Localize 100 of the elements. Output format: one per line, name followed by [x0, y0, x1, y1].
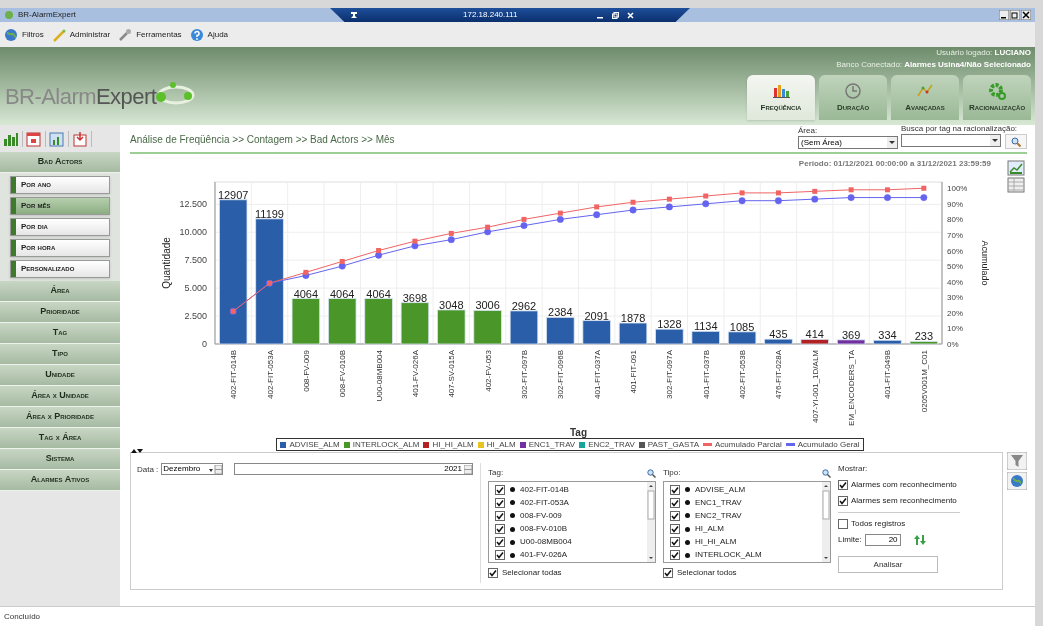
value-label: 11199: [255, 207, 284, 220]
value-label: 4064: [293, 287, 319, 300]
value-label: 3048: [439, 298, 464, 311]
legend-label: PAST_GASTA: [647, 438, 699, 451]
list-item-label: HI_HI_ALM: [695, 536, 737, 549]
connected-database: Banco Conectado: Alarmes Usina4/Não Selecionado: [836, 59, 1031, 71]
tick-label: 0%: [947, 340, 959, 349]
checkbox-label: Selecionar todas: [502, 567, 562, 579]
list-item-label: ENC1_TRAV: [695, 496, 742, 509]
value-label: 1085: [729, 320, 755, 333]
legend-label: HI_HI_ALM: [432, 438, 474, 451]
status-text: Concluído: [4, 610, 41, 623]
category-label: 476-FIT-028A: [774, 350, 784, 399]
logo-text: BR-AlarmExpert: [5, 83, 157, 111]
category-label: 0205V001M_C01: [919, 350, 929, 413]
legend-label: ENC2_TRAV: [588, 438, 635, 451]
value-label: 2091: [584, 309, 609, 322]
value-label: 12907: [217, 188, 249, 201]
tick-label: 10%: [947, 324, 963, 334]
value-label: 2962: [511, 299, 537, 312]
axis-title: Acumulado: [980, 240, 990, 286]
checkbox-label: Selecionar todos: [677, 567, 737, 579]
value-label: 233: [914, 330, 933, 343]
value-label: 1328: [657, 318, 682, 331]
value-label: 1878: [620, 312, 646, 324]
category-label: 402-FV-053: [483, 350, 493, 392]
checkbox-label: Todos registros: [851, 518, 906, 530]
list-item-label: 402-FIT-014B: [520, 483, 569, 496]
category-label: 302-FIT-096B: [556, 350, 566, 399]
category-label: EM_ENCODERS_TA: [847, 350, 857, 426]
checkbox-label: Alarmes sem reconhecimento: [851, 495, 957, 507]
tick-label: 70%: [947, 230, 963, 240]
value-label: 334: [878, 329, 897, 342]
field-label: Tag:: [488, 467, 504, 479]
window-title: BR-AlarmExpert: [18, 9, 76, 21]
category-label: 401-FIT-037B: [701, 350, 711, 399]
category-label: 302-FIT-097B: [519, 350, 529, 399]
tick-label: 10.000: [179, 227, 207, 238]
tick-label: 5.000: [184, 283, 207, 294]
list-item-label: INTERLOCK_ALM: [695, 549, 762, 562]
category-label: 401-FIT-049B: [883, 350, 893, 399]
tick-label: 12.500: [179, 199, 207, 210]
value-label: 2384: [548, 306, 573, 319]
legend-label: HI_ALM: [486, 438, 516, 451]
list-item-label: 402-FIT-053A: [520, 496, 569, 509]
category-label: 402-FIT-014B: [229, 350, 239, 399]
list-item-label: 008-FV-009: [520, 509, 562, 522]
field-label: Limite:: [838, 534, 862, 546]
checkbox-label: Alarmes com reconhecimento: [851, 479, 957, 491]
category-label: 407-YI-001_1D/ALM: [810, 350, 820, 423]
legend-label: ADVISE_ALM: [289, 438, 340, 451]
category-label: 401-FIT-091: [629, 350, 639, 394]
axis-title: Tag: [570, 427, 587, 438]
list-item-label: 401-FV-026A: [520, 549, 568, 562]
category-label: 407-SV-015A: [447, 350, 457, 398]
logged-user: Usuário logado: LUCIANO: [936, 47, 1031, 59]
tick-label: 2.500: [184, 311, 207, 322]
tick-label: 40%: [947, 277, 963, 287]
tick-label: 7.500: [184, 255, 207, 266]
tick-label: 90%: [947, 199, 963, 209]
category-label: U00-08MB004: [374, 350, 384, 402]
category-label: 402-FIT-053A: [265, 350, 275, 399]
list-item-label: HI_ALM: [695, 523, 724, 536]
value-label: 414: [805, 328, 824, 341]
period-label: Período: 01/12/2021 00:00:00 a 31/12/2021 23:59:59: [798, 158, 991, 170]
category-label: 008-FV-009: [301, 350, 311, 392]
value-label: 1134: [693, 320, 718, 333]
category-label: 402-FIT-053B: [738, 350, 748, 399]
category-label: 302-FIT-097A: [665, 350, 675, 399]
category-label: 401-FV-026A: [410, 350, 420, 398]
tick-label: 60%: [947, 246, 963, 256]
tick-label: 50%: [947, 262, 963, 272]
value-label: 3006: [475, 299, 500, 312]
category-label: 008-FV-010B: [338, 350, 348, 398]
field-label: Data :: [137, 464, 159, 476]
tick-label: 100%: [947, 184, 968, 194]
legend-label: Acumulado Geral: [797, 438, 860, 451]
value-label: 4064: [330, 287, 355, 300]
value-label: 3698: [402, 291, 428, 304]
tick-label: 0: [202, 339, 207, 349]
axis-title: Quantidade: [161, 237, 172, 289]
field-label: Tipo:: [663, 467, 681, 479]
tick-label: 30%: [947, 293, 963, 303]
breadcrumb: Análise de Freqüência >> Contagem >> Bad Actors >> Mês: [130, 133, 395, 147]
list-item-label: 008-FV-010B: [520, 523, 568, 536]
list-item-label: U00-08MB004: [520, 536, 572, 549]
field-label: Área:: [798, 126, 819, 136]
field-label: Mostrar:: [838, 463, 869, 475]
list-item-label: ADVISE_ALM: [695, 483, 746, 496]
tick-label: 80%: [947, 215, 963, 225]
legend-label: INTERLOCK_ALM: [352, 438, 420, 451]
field-label: Busca por tag na racionalização:: [901, 124, 1019, 134]
tick-label: 20%: [947, 308, 963, 318]
value-label: 4064: [366, 287, 391, 300]
remote-host: 172.18.240.111: [463, 9, 518, 21]
legend-label: ENC1_TRAV: [528, 438, 576, 451]
legend-label: Acumulado Parcial: [715, 438, 782, 451]
value-label: 369: [841, 328, 861, 341]
value-label: 435: [769, 328, 788, 341]
category-label: 401-FIT-037A: [592, 350, 602, 399]
